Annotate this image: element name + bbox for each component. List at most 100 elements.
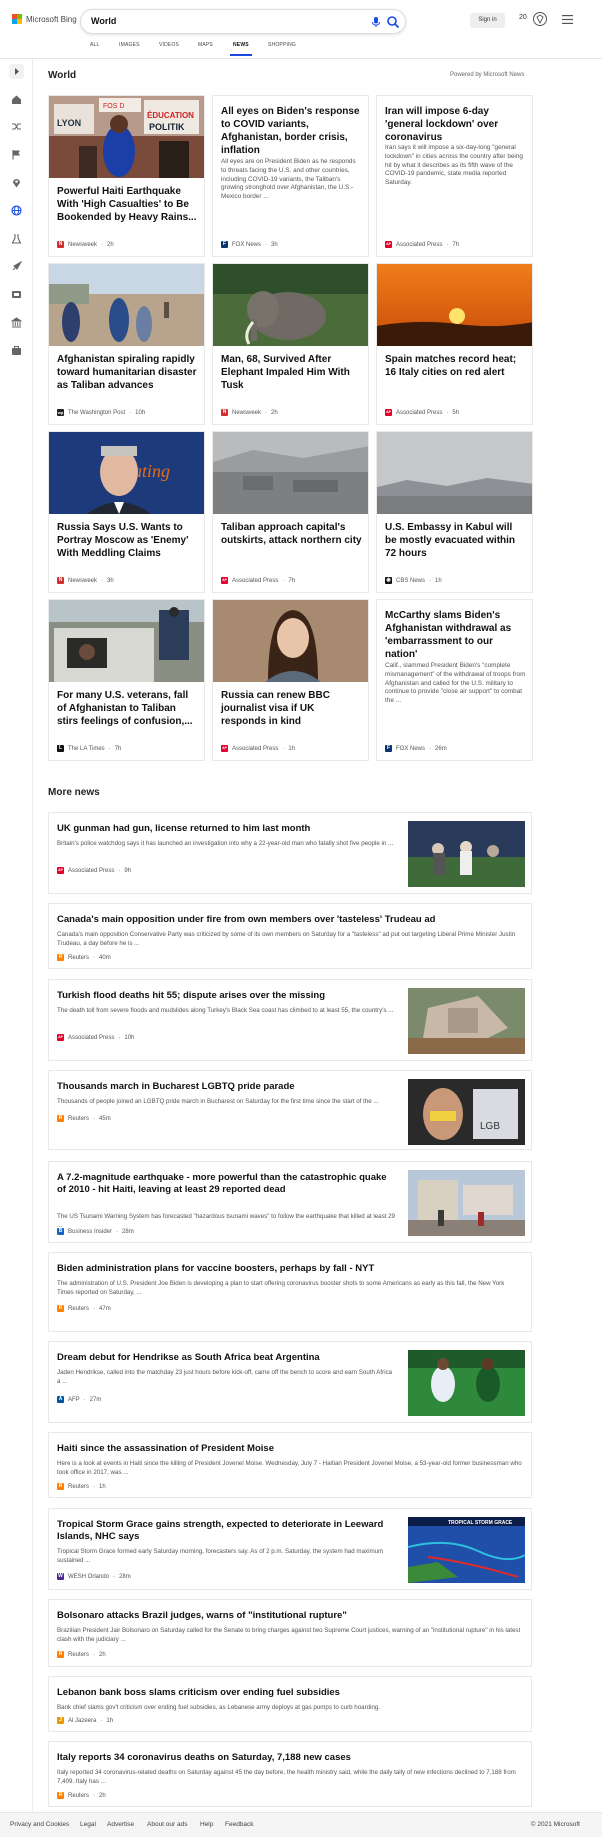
news-card[interactable]: McCarthy slams Biden's Afghanistan withd… [376,599,533,761]
more-news-item[interactable]: Thousands march in Bucharest LGBTQ pride… [48,1070,532,1150]
news-card[interactable]: Man, 68, Survived After Elephant Impaled… [212,263,369,425]
more-news-title: More news [48,787,100,798]
tab-images[interactable]: IMAGES [119,42,140,48]
ap-logo-icon: AP [221,745,228,752]
bing-logo[interactable]: Microsoft Bing [12,14,77,24]
item-source: R Reuters · 45m [57,1115,111,1122]
card-source: AP Associated Press · 7h [385,241,460,248]
card-image: lebrating [49,432,204,514]
tab-maps[interactable]: MAPS [198,42,213,48]
menu-icon[interactable] [562,15,573,24]
more-news-item[interactable]: Tropical Storm Grace gains strength, exp… [48,1508,532,1590]
ap-logo-icon: AP [221,577,228,584]
item-snippet: Here is a look at events in Haiti since … [57,1460,522,1476]
item-source: R Reuters · 1h [57,1483,106,1490]
tab-all[interactable]: ALL [90,42,100,48]
item-snippet: Canada's main opposition Conservative Pa… [57,931,516,947]
more-news-item[interactable]: Biden administration plans for vaccine b… [48,1252,532,1332]
news-card[interactable]: Russia can renew BBC journalist visa if … [212,599,369,761]
header-divider [0,58,602,59]
card-title: Man, 68, Survived After Elephant Impaled… [221,354,350,391]
more-news-item[interactable]: UK gunman had gun, license returned to h… [48,812,532,894]
footer-link-advertise[interactable]: Advertise [107,1821,134,1828]
footer-link-about-ads[interactable]: About our ads [147,1821,187,1828]
card-title: McCarthy slams Biden's Afghanistan withd… [385,610,512,660]
item-snippet: The death toll from severe floods and mu… [57,1007,394,1014]
washington-post-logo-icon: wp [57,409,64,416]
money-icon[interactable] [11,317,22,328]
card-title: Spain matches record heat; 16 Italy citi… [385,354,517,378]
more-news-item[interactable]: A 7.2-magnitude earthquake - more powerf… [48,1161,532,1243]
expand-icon[interactable] [9,64,24,79]
source-time: 47m [99,1305,111,1312]
entertainment-icon[interactable] [11,289,22,300]
source-name: Al Jazeera [68,1717,97,1724]
item-title: Turkish flood deaths hit 55; dispute ari… [57,990,325,1001]
powered-by: Powered by Microsoft News [450,72,525,78]
search-tabs: ALL IMAGES VIDEOS MAPS NEWS SHOPPING [0,42,602,58]
news-card[interactable]: Spain matches record heat; 16 Italy citi… [376,263,533,425]
briefcase-icon[interactable] [11,345,22,356]
tab-videos[interactable]: VIDEOS [159,42,179,48]
tab-news[interactable]: NEWS [233,42,249,48]
source-name: Reuters [68,1792,90,1799]
location-icon[interactable] [11,177,22,188]
search-input[interactable] [91,16,331,26]
source-name: Associated Press [68,1034,115,1041]
item-title: Canada's main opposition under fire from… [57,914,436,925]
news-card[interactable]: lebrating Russia Says U.S. Wants to Port… [48,431,205,593]
footer-link-privacy[interactable]: Privacy and Cookies [10,1821,69,1828]
item-title: Italy reports 34 coronavirus deaths on S… [57,1752,351,1763]
card-source: L The LA Times · 7h [57,745,122,752]
card-source: wp The Washington Post · 10h [57,409,146,416]
search-icon[interactable] [386,15,400,29]
item-snippet: Tropical Storm Grace formed early Saturd… [57,1548,384,1564]
cbs-news-logo-icon: ◉ [385,577,392,584]
svg-text:TROPICAL STORM GRACE: TROPICAL STORM GRACE [448,1520,513,1526]
card-title: All eyes on Biden's response to COVID va… [221,106,360,156]
science-icon[interactable] [11,233,22,244]
source-name: The Washington Post [68,409,126,416]
news-card[interactable]: Taliban approach capital's outskirts, at… [212,431,369,593]
more-news-item[interactable]: Italy reports 34 coronavirus deaths on S… [48,1741,532,1807]
more-news-item[interactable]: Bolsonaro attacks Brazil judges, warns o… [48,1599,532,1667]
footer-link-help[interactable]: Help [200,1821,213,1828]
source-name: Reuters [68,1115,90,1122]
shuffle-icon[interactable] [11,121,22,132]
more-news-item[interactable]: Dream debut for Hendrikse as South Afric… [48,1341,532,1423]
section-title: World [48,70,77,81]
sign-in-button[interactable]: Sign in [470,13,505,28]
flag-icon[interactable] [11,149,22,160]
source-name: FOX News [396,745,426,752]
microphone-icon[interactable] [370,16,382,28]
more-news-item[interactable]: Canada's main opposition under fire from… [48,903,532,969]
news-card[interactable]: U.S. Embassy in Kabul will be mostly eva… [376,431,533,593]
news-card[interactable]: For many U.S. veterans, fall of Afghanis… [48,599,205,761]
card-source: N Newsweek · 2h [57,241,114,248]
item-snippet: Bank chief slams gov't criticism over en… [57,1704,381,1711]
source-time: 1h [99,1483,106,1490]
rewards-points[interactable]: 20 [519,14,527,21]
reuters-logo-icon: R [57,1115,64,1122]
more-news-item[interactable]: Lebanon bank boss slams criticism over e… [48,1676,532,1732]
tab-shopping[interactable]: SHOPPING [268,42,296,48]
home-icon[interactable] [11,94,22,105]
source-time: 7h [114,745,122,752]
source-time: 7h [452,241,460,248]
more-news-item[interactable]: Haiti since the assassination of Preside… [48,1432,532,1498]
news-card[interactable]: Iran will impose 6-day 'general lockdown… [376,95,533,257]
item-title: Dream debut for Hendrikse as South Afric… [57,1352,320,1363]
search-box[interactable] [80,9,406,34]
source-name: Business Insider [68,1228,113,1235]
news-card[interactable]: Afghanistan spiraling rapidly toward hum… [48,263,205,425]
card-title: Russia can renew BBC journalist visa if … [221,690,330,727]
news-card[interactable]: All eyes on Biden's response to COVID va… [212,95,369,257]
globe-icon[interactable] [11,205,22,216]
footer-link-legal[interactable]: Legal [80,1821,96,1828]
rocket-icon[interactable] [11,261,22,272]
footer-link-feedback[interactable]: Feedback [225,1821,254,1828]
more-news-item[interactable]: Turkish flood deaths hit 55; dispute ari… [48,979,532,1061]
news-card[interactable]: LYON ÉDUCATION POLITIK FOS D Powerful Haiti… [48,95,205,257]
footer: Privacy and Cookies Legal Advertise Abou… [0,1812,602,1837]
rewards-icon[interactable] [532,11,548,27]
